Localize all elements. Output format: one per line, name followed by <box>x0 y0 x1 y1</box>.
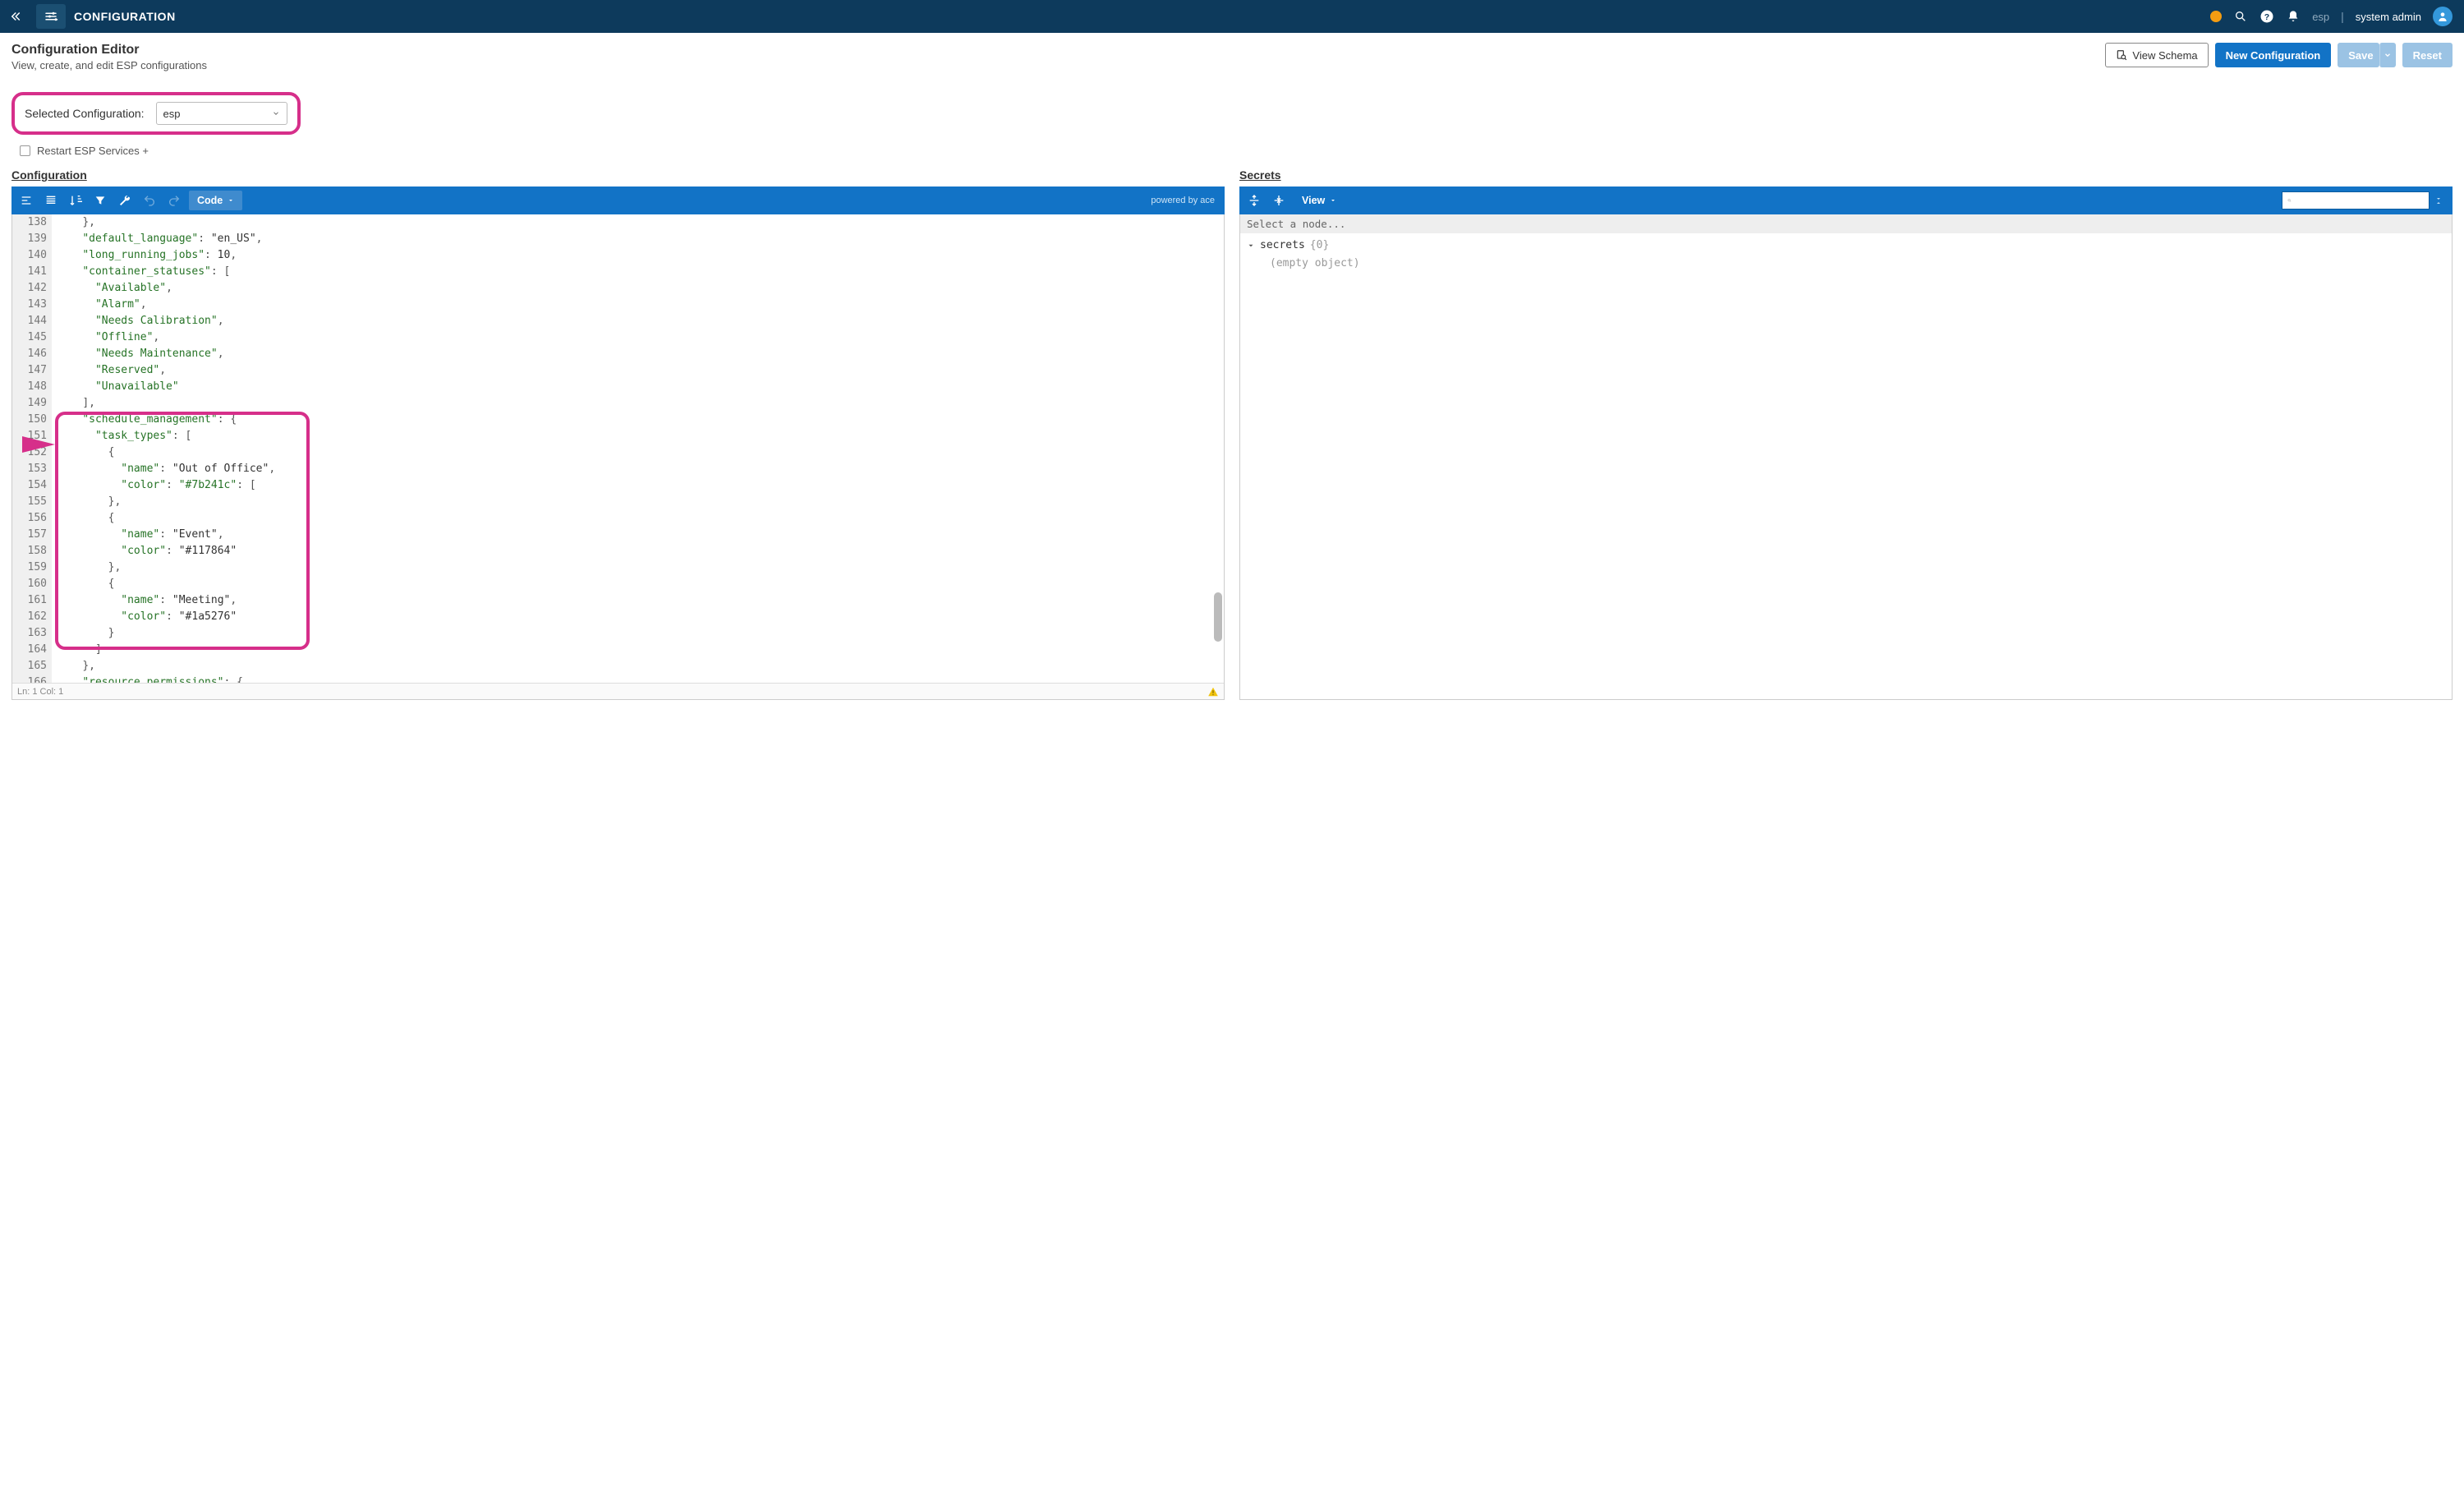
document-search-icon <box>2116 49 2127 61</box>
secrets-search-input[interactable] <box>2296 195 2424 206</box>
chevron-down-icon <box>1330 197 1336 204</box>
restart-label: Restart ESP Services + <box>37 145 149 157</box>
collapse-all-icon[interactable] <box>1269 191 1289 210</box>
status-dot-icon[interactable] <box>2210 11 2222 22</box>
navbar-left: CONFIGURATION <box>0 0 176 33</box>
page-header-actions: View Schema New Configuration Save Reset <box>2105 43 2453 71</box>
mode-dropdown[interactable]: Code <box>189 191 242 210</box>
configuration-icon <box>36 4 66 29</box>
save-button[interactable]: Save <box>2338 43 2379 67</box>
chevron-down-icon <box>2384 51 2392 59</box>
secrets-body: Select a node... secrets {0} (empty obje… <box>1239 214 2453 700</box>
tree-root-label: secrets <box>1260 237 1305 255</box>
avatar[interactable] <box>2433 7 2453 26</box>
warning-icon[interactable] <box>1207 686 1219 698</box>
redo-icon[interactable] <box>164 191 184 210</box>
editor-columns: Configuration Code powered by ace 138139… <box>0 168 2464 711</box>
navbar-title: CONFIGURATION <box>74 10 176 23</box>
reset-button[interactable]: Reset <box>2402 43 2453 67</box>
secrets-search[interactable] <box>2282 191 2430 210</box>
select-node-hint: Select a node... <box>1240 214 2452 233</box>
chevron-down-icon <box>272 109 280 117</box>
code-area[interactable]: }, "default_language": "en_US", "long_ru… <box>52 214 1224 683</box>
restart-row: Restart ESP Services + <box>0 140 2464 168</box>
caret-down-icon[interactable] <box>1247 242 1255 250</box>
page-title: Configuration Editor <box>11 43 207 58</box>
config-select[interactable]: esp <box>156 102 287 125</box>
page-header-left: Configuration Editor View, create, and e… <box>11 43 207 71</box>
navbar: CONFIGURATION ? esp | system admin <box>0 0 2464 33</box>
view-label: View <box>1302 195 1325 206</box>
nav-divider: | <box>2341 10 2344 23</box>
tenant-label: esp <box>2312 11 2329 23</box>
bell-icon[interactable] <box>2286 9 2301 24</box>
format-icon[interactable] <box>16 191 36 210</box>
page-header: Configuration Editor View, create, and e… <box>0 33 2464 82</box>
powered-by-label: powered by ace <box>1151 196 1215 205</box>
prev-result-icon[interactable] <box>2434 201 2443 208</box>
user-name[interactable]: system admin <box>2356 11 2421 23</box>
chevron-double-left-icon <box>9 9 24 24</box>
next-result-icon[interactable] <box>2434 194 2443 200</box>
code-editor[interactable]: 1381391401411421431441451461471481491501… <box>12 214 1224 683</box>
editor-statusbar: Ln: 1 Col: 1 <box>12 683 1224 699</box>
secrets-header: Secrets <box>1239 168 2453 182</box>
annotation-arrow-icon <box>22 436 55 453</box>
back-button[interactable] <box>0 0 33 33</box>
configuration-column: Configuration Code powered by ace 138139… <box>11 168 1225 700</box>
new-configuration-button[interactable]: New Configuration <box>2215 43 2332 67</box>
repair-icon[interactable] <box>115 191 135 210</box>
tree-empty-label: (empty object) <box>1247 255 2445 273</box>
undo-icon[interactable] <box>140 191 159 210</box>
secrets-toolbar: View <box>1239 186 2453 214</box>
search-icon <box>2287 196 2292 205</box>
selected-config-label: Selected Configuration: <box>25 107 145 120</box>
tree-root-row[interactable]: secrets {0} <box>1247 237 2445 255</box>
user-icon <box>2437 11 2448 22</box>
selected-config-highlight: Selected Configuration: esp <box>11 92 301 135</box>
chevron-down-icon <box>228 197 234 204</box>
save-dropdown-button[interactable] <box>2379 43 2396 67</box>
compact-icon[interactable] <box>41 191 61 210</box>
help-icon[interactable]: ? <box>2259 9 2274 24</box>
editor-toolbar: Code powered by ace <box>11 186 1225 214</box>
vertical-scrollbar-thumb[interactable] <box>1214 592 1222 642</box>
view-schema-label: View Schema <box>2132 49 2197 62</box>
reset-label: Reset <box>2413 49 2442 62</box>
view-dropdown[interactable]: View <box>1294 191 1345 210</box>
configuration-header: Configuration <box>11 168 1225 182</box>
expand-all-icon[interactable] <box>1244 191 1264 210</box>
editor-wrap: 1381391401411421431441451461471481491501… <box>11 214 1225 700</box>
sliders-icon <box>44 9 58 24</box>
selected-config-row: Selected Configuration: esp <box>0 82 2464 140</box>
new-configuration-label: New Configuration <box>2226 49 2321 62</box>
search-nav <box>2434 194 2443 208</box>
cursor-position: Ln: 1 Col: 1 <box>17 687 63 697</box>
filter-icon[interactable] <box>90 191 110 210</box>
tree-root-suffix: {0} <box>1310 237 1329 255</box>
svg-text:?: ? <box>2264 12 2269 22</box>
restart-checkbox[interactable] <box>20 145 30 156</box>
sort-icon[interactable] <box>66 191 85 210</box>
secrets-column: Secrets View Select a node... <box>1239 168 2453 700</box>
page-subtitle: View, create, and edit ESP configuration… <box>11 59 207 71</box>
secrets-tree[interactable]: secrets {0} (empty object) <box>1240 233 2452 276</box>
search-icon[interactable] <box>2233 9 2248 24</box>
config-select-value: esp <box>163 108 181 120</box>
view-schema-button[interactable]: View Schema <box>2105 43 2208 67</box>
navbar-right: ? esp | system admin <box>2210 7 2464 26</box>
save-label: Save <box>2348 49 2373 62</box>
mode-label: Code <box>197 195 223 206</box>
